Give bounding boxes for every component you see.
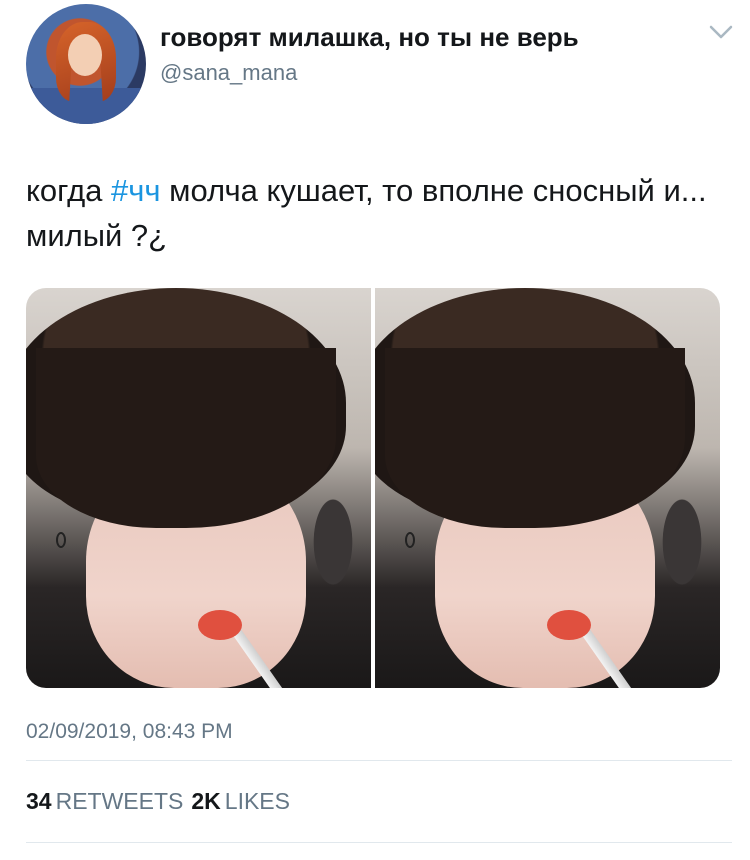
likes-label[interactable]: LIKES [225,788,290,814]
media-gallery [26,288,720,688]
avatar-face [68,34,102,76]
photo-1[interactable] [26,288,371,688]
tweet-text-start: когда [26,173,112,208]
user-handle[interactable]: @sana_mana [160,60,297,86]
chevron-down-icon[interactable] [708,22,734,42]
photo-lips [198,610,242,640]
tweet-text: когда #чч молча кушает, то вполне сносны… [26,168,726,258]
photo-bangs [36,348,336,528]
photo-bangs [385,348,685,528]
divider [26,842,732,843]
hashtag-link[interactable]: #чч [111,173,161,208]
retweets-count[interactable]: 34 [26,788,52,814]
divider [26,760,732,761]
background-lamp [652,498,712,608]
photo-earring [56,532,66,548]
retweets-label[interactable]: RETWEETS [56,788,184,814]
tweet-timestamp[interactable]: 02/09/2019, 08:43 PM [26,720,233,744]
display-name[interactable]: говорят милашка, но ты не верь [160,22,579,53]
background-lamp [303,498,363,608]
photo-lips [547,610,591,640]
likes-count[interactable]: 2K [191,788,220,814]
photo-earring [405,532,415,548]
tweet-stats: 34 RETWEETS 2K LIKES [26,788,298,815]
tweet-header: говорят милашка, но ты не верь @sana_man… [0,0,750,130]
avatar[interactable] [26,4,146,124]
photo-2[interactable] [375,288,720,688]
avatar-shirt [26,88,146,124]
